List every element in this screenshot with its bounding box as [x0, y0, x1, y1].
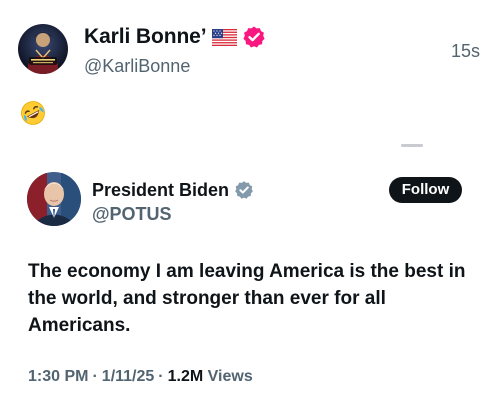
display-name[interactable]: Karli Bonne’: [84, 25, 207, 49]
post-timestamp[interactable]: 15s: [451, 41, 480, 62]
post-metadata: 1:30 PM · 1/11/25 · 1.2M Views: [28, 368, 253, 386]
separator-dot: ·: [92, 368, 98, 385]
quoted-display-name[interactable]: President Biden: [92, 180, 229, 201]
post-time[interactable]: 1:30 PM: [28, 368, 88, 385]
quoted-avatar[interactable]: [27, 172, 81, 226]
verified-badge-icon[interactable]: [234, 180, 254, 200]
verified-badge-icon[interactable]: [242, 25, 266, 49]
separator-dot: ·: [158, 368, 164, 385]
views-label: Views: [207, 368, 253, 385]
post-date[interactable]: 1/11/25: [102, 368, 155, 385]
quoted-handle[interactable]: @POTUS: [92, 204, 172, 225]
rofl-emoji-icon: [20, 100, 46, 126]
avatar[interactable]: [18, 24, 68, 74]
profile-avatar-image: [18, 24, 68, 74]
follow-button[interactable]: Follow: [389, 177, 462, 203]
quoted-avatar-image: [27, 172, 81, 226]
views-count[interactable]: 1.2M: [168, 368, 204, 385]
user-handle[interactable]: @KarliBonne: [84, 56, 190, 77]
post-text: The economy I am leaving America is the …: [28, 261, 466, 336]
divider-mark: [401, 144, 423, 147]
us-flag-icon: [212, 28, 238, 46]
